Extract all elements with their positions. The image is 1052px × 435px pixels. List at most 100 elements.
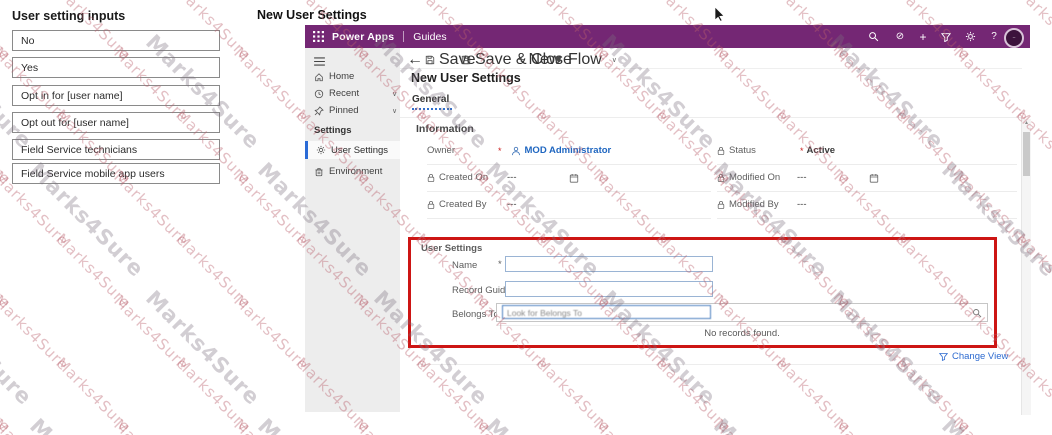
watermark-text: Marks4Sure	[230, 292, 312, 374]
watermark-text: Marks4Sure	[0, 292, 73, 374]
plus-icon: +	[518, 54, 524, 66]
back-button[interactable]: ←	[407, 50, 423, 70]
section-information: Information	[416, 123, 474, 135]
watermark-text: Marks4Sure	[230, 168, 312, 250]
scrollbar-thumb[interactable]	[1023, 132, 1030, 176]
watermark-text: Marks4Sure	[230, 44, 312, 126]
field-created-by: Created By ---	[427, 191, 711, 219]
field-modified-by: Modified By ---	[717, 191, 1017, 219]
lock-icon	[717, 200, 725, 210]
tab-underline	[412, 108, 452, 110]
chevron-down-icon[interactable]: ∨	[392, 107, 397, 115]
person-icon	[511, 146, 521, 156]
page: User setting inputs No Yes Opt in for [u…	[0, 0, 1052, 435]
gear-icon[interactable]	[960, 25, 980, 48]
name-input[interactable]	[505, 256, 713, 272]
sidebar-item-environment[interactable]: Environment	[314, 164, 382, 179]
help-icon[interactable]: ?	[984, 25, 1004, 48]
lock-icon	[427, 173, 435, 183]
chevron-down-icon[interactable]: ∨	[612, 56, 617, 64]
section-user-settings: User Settings	[421, 243, 482, 254]
user-avatar[interactable]: ∙∙	[1004, 28, 1024, 48]
chevron-down-icon[interactable]: ∨	[392, 90, 397, 98]
scroll-up-icon[interactable]: ▴	[1022, 119, 1031, 126]
watermark-text: Marks4Sure	[172, 230, 254, 312]
circle-slash-icon[interactable]: ⊘	[890, 25, 910, 48]
field-created-on: Created On ---	[427, 164, 711, 192]
gear-icon	[316, 145, 326, 155]
save-close-icon	[461, 55, 471, 65]
change-view-icon	[939, 352, 948, 361]
lock-icon	[427, 200, 435, 210]
calendar-icon[interactable]	[569, 173, 579, 183]
option-yes[interactable]: Yes	[12, 57, 220, 78]
search-icon[interactable]	[863, 25, 883, 48]
watermark-text: Marks4Sure	[52, 354, 134, 435]
tab-general[interactable]: General	[412, 94, 449, 105]
form-title: New User Settings	[411, 71, 521, 85]
clock-icon	[314, 89, 324, 99]
save-icon	[425, 55, 435, 65]
flow-button[interactable]: Flow ∨	[554, 50, 617, 70]
sidebar-item-user-settings[interactable]: User Settings	[305, 141, 400, 159]
no-records-message: No records found.	[496, 328, 988, 339]
quick-create-plus-icon[interactable]: +	[913, 25, 933, 48]
calendar-icon[interactable]	[869, 173, 879, 183]
power-apps-window: Power Apps Guides ⊘ + ? ∙∙	[305, 25, 1032, 435]
divider	[417, 364, 1027, 365]
name-label: Name	[452, 260, 477, 271]
belongs-to-input[interactable]: Look for Belongs To	[502, 305, 711, 319]
record-guide-usage-input[interactable]	[505, 281, 713, 297]
left-panel-title: User setting inputs	[12, 9, 125, 23]
field-modified-on: Modified On ---	[717, 164, 1017, 192]
flow-icon	[554, 55, 564, 65]
watermark-text: Marks4Sure	[25, 414, 149, 435]
lookup-search-icon[interactable]	[972, 308, 982, 318]
option-no[interactable]: No	[12, 30, 220, 51]
option-mobile-users[interactable]: Field Service mobile app users	[12, 163, 220, 184]
hamburger-icon[interactable]	[314, 54, 325, 69]
modified-on-value: ---	[797, 172, 807, 183]
watermark-text: Marks4Sure	[52, 230, 134, 312]
screenshot-title: New User Settings	[257, 8, 367, 22]
sidebar-item-recent[interactable]: Recent ∨	[314, 86, 359, 101]
option-opt-in[interactable]: Opt in for [user name]	[12, 85, 220, 106]
lock-icon	[717, 146, 725, 156]
sidebar-section-settings: Settings	[314, 125, 351, 136]
home-icon	[314, 72, 324, 82]
option-technicians[interactable]: Field Service technicians	[12, 139, 220, 160]
field-status: Status * Active	[717, 137, 1017, 165]
brand-power-apps: Power Apps	[332, 31, 394, 43]
field-owner: Owner * MOD Administrator	[427, 137, 711, 165]
watermark-text: Marks4Sure	[0, 230, 15, 312]
required-asterisk: *	[498, 259, 502, 270]
watermark-text: Marks4Sure	[230, 416, 312, 435]
header-divider	[403, 31, 404, 42]
sidebar-item-pinned[interactable]: Pinned ∨	[314, 103, 359, 118]
watermark-text: Marks4Sure	[0, 354, 15, 435]
sidebar-item-home[interactable]: Home	[314, 69, 354, 84]
status-value: Active	[807, 145, 836, 156]
change-view-link[interactable]: Change View	[939, 351, 1008, 362]
modified-by-value: ---	[797, 199, 807, 210]
scrollbar[interactable]: ▴	[1021, 119, 1031, 415]
watermark-text: Marks4Sure	[0, 286, 37, 410]
watermark-text: Marks4Sure	[172, 354, 254, 435]
watermark-text: Marks4Sure	[0, 416, 73, 435]
created-by-value: ---	[507, 199, 517, 210]
watermark-text: Marks4Sure	[110, 292, 192, 374]
option-opt-out[interactable]: Opt out for [user name]	[12, 112, 220, 133]
required-asterisk: *	[498, 146, 502, 156]
required-asterisk: *	[800, 146, 804, 156]
environment-icon	[314, 167, 324, 177]
created-on-value: ---	[507, 172, 517, 183]
waffle-icon[interactable]	[313, 31, 324, 42]
mouse-cursor	[714, 6, 726, 22]
divider	[496, 325, 988, 326]
divider	[400, 117, 1022, 118]
pin-icon	[314, 106, 324, 116]
lock-icon	[717, 173, 725, 183]
app-name-guides[interactable]: Guides	[413, 31, 446, 43]
owner-link[interactable]: MOD Administrator	[525, 145, 612, 156]
filter-icon[interactable]	[936, 25, 956, 48]
